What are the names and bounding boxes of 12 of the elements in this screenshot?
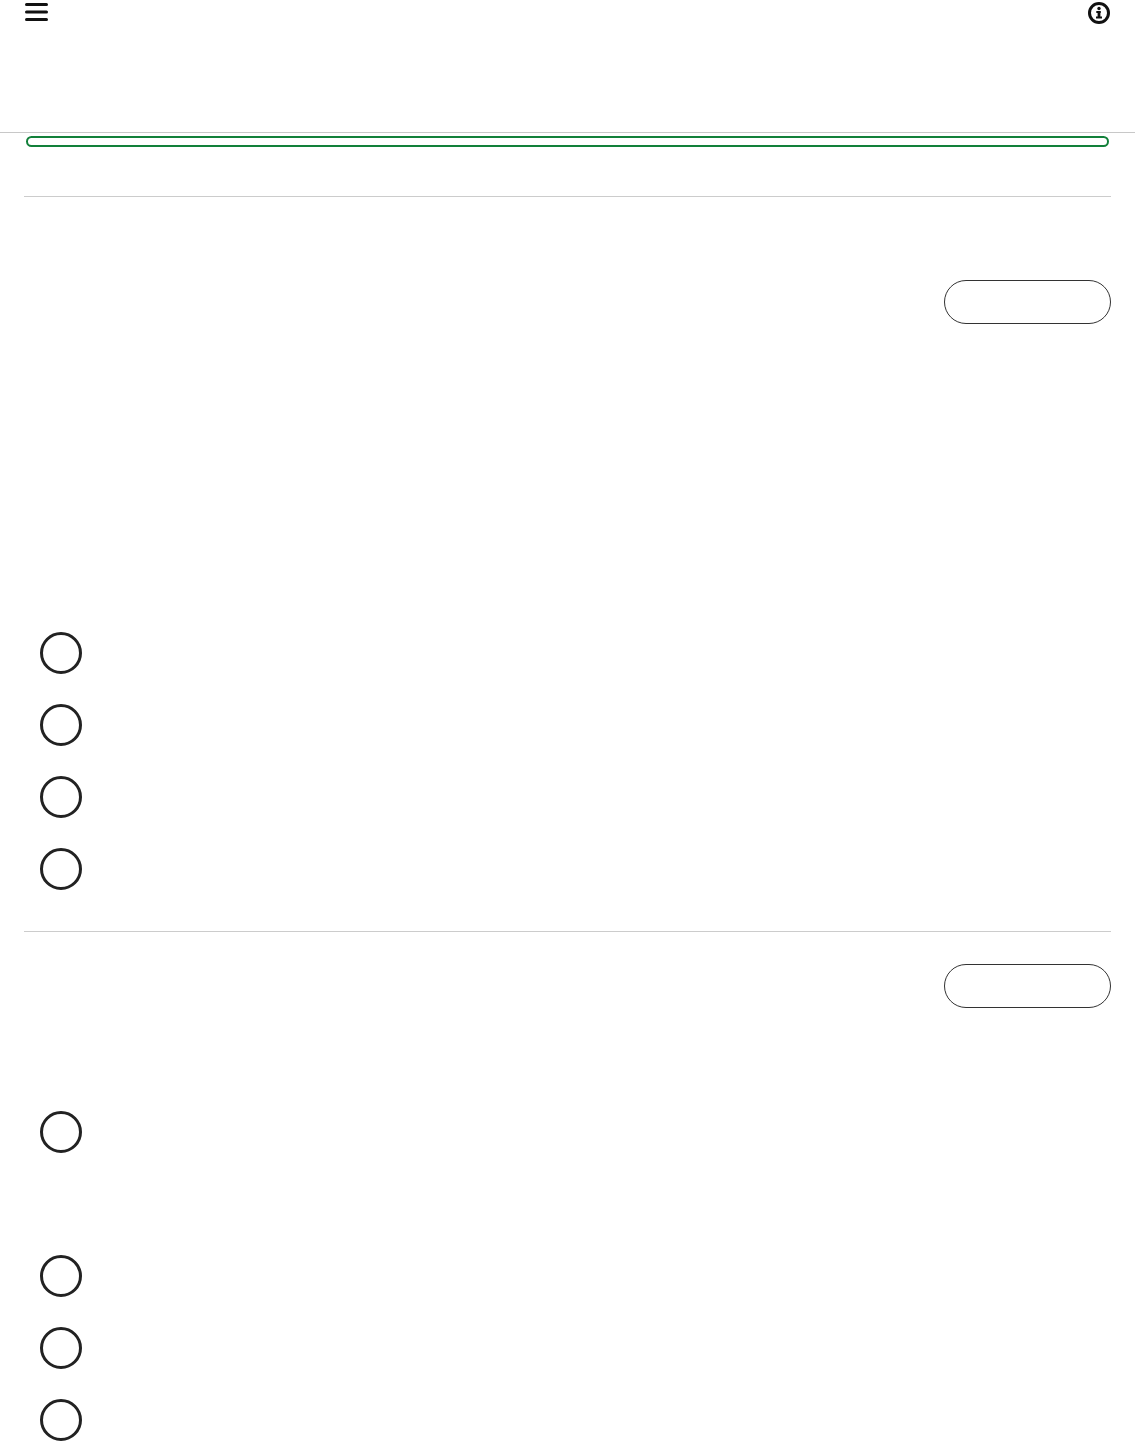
info-icon[interactable]: [1088, 2, 1110, 24]
action-button[interactable]: [944, 964, 1111, 1008]
radio-button[interactable]: [40, 848, 82, 890]
radio-button[interactable]: [40, 1327, 82, 1369]
menu-icon[interactable]: [25, 3, 48, 21]
radio-button[interactable]: [40, 632, 82, 674]
radio-button[interactable]: [40, 704, 82, 746]
radio-button[interactable]: [40, 1255, 82, 1297]
radio-button[interactable]: [40, 1399, 82, 1441]
action-button[interactable]: [944, 280, 1111, 324]
radio-button[interactable]: [40, 1111, 82, 1153]
radio-button[interactable]: [40, 776, 82, 818]
